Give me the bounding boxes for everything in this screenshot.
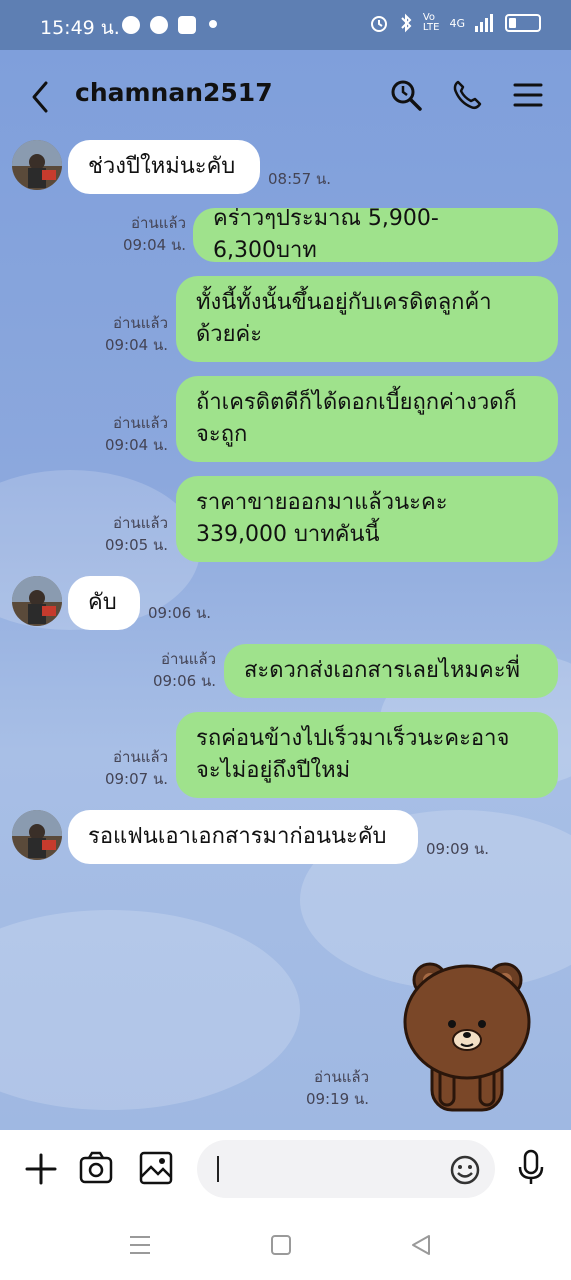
message-meta: อ่านแล้ว 09:05 น. [105,512,168,556]
read-receipt: อ่านแล้ว [314,1068,369,1086]
signal-icon [475,14,493,32]
message-bubble-outgoing[interactable]: สะดวกส่งเอกสารเลยไหมคะพี่ [224,644,558,698]
youtube-icon [178,16,196,34]
back-arrow-icon[interactable] [28,80,54,114]
chat-area[interactable]: chamnan2517 ช่วงปีใหม่นะคับ 08:57 น. อ่า… [0,50,571,1130]
avatar[interactable] [12,810,62,860]
menu-icon[interactable] [511,78,545,112]
network-type: 4G [449,16,465,30]
back-nav-icon[interactable] [410,1234,432,1256]
message-meta: อ่านแล้ว 09:07 น. [105,746,168,790]
message-text-line: ราคาขายออกมาแล้วนะคะ [196,490,448,515]
image-gallery-icon[interactable] [138,1150,174,1186]
message-meta: อ่านแล้ว 09:04 น. [105,412,168,456]
message-bubble-outgoing[interactable]: รถค่อนข้างไปเร็วมาเร็วนะคะอาจ จะไม่อยู่ถ… [176,712,558,798]
message-meta: อ่านแล้ว 09:19 น. [306,1066,369,1110]
message-text: คร่าวๆประมาณ 5,900-6,300บาท [213,206,439,263]
read-receipt: อ่านแล้ว [113,414,168,432]
alarm-icon [370,16,387,32]
message-time: 09:06 น. [148,604,212,622]
message-text-line: จะไม่อยู่ถึงปีใหม่ [196,758,351,783]
message-time: 09:19 น. [305,1090,369,1108]
chat-header: chamnan2517 [0,50,571,138]
message-bubble-incoming[interactable]: รอแฟนเอาเอกสารมาก่อนนะคับ [68,810,418,864]
plus-icon[interactable] [24,1152,58,1186]
message-text-line: รถค่อนข้างไปเร็วมาเร็วนะคะอาจ [196,726,510,751]
message-meta: อ่านแล้ว 09:04 น. [105,312,168,356]
brown-bear-sticker[interactable] [400,960,535,1120]
message-meta: อ่านแล้ว 09:06 น. [153,648,216,692]
message-text-line: ทั้งนี้ทั้งนั้นขึ้นอยู่กับเครดิตลูกค้า [196,290,492,315]
text-cursor [217,1156,219,1182]
battery-icon [505,14,541,32]
message-text: ช่วงปีใหม่นะคับ [88,154,236,179]
line-app-icon [150,16,168,34]
volte-icon: Vo LTE [422,12,440,33]
message-time: 08:57 น. [268,170,332,188]
read-receipt: อ่านแล้ว [131,214,186,232]
recent-apps-icon[interactable] [128,1234,152,1256]
messenger-icon [122,16,140,34]
message-time: 09:04 น. [104,436,168,454]
message-time: 09:04 น. [122,236,186,254]
message-time: 09:05 น. [104,536,168,554]
message-time: 09:07 น. [104,770,168,788]
message-time: 09:04 น. [104,336,168,354]
message-text-line: ถ้าเครดิตดีก็ได้ดอกเบี้ยถูกค่างวดก็ [196,390,517,415]
read-receipt: อ่านแล้ว [161,650,216,668]
emoji-icon[interactable] [449,1154,481,1186]
bluetooth-icon [401,13,412,33]
message-text: คับ [88,590,117,615]
message-text-line: จะถูก [196,422,248,447]
message-time: 09:06 น. [152,672,216,690]
phone-call-icon[interactable] [450,78,484,112]
status-time: 15:49 น. [40,17,120,39]
message-bubble-incoming[interactable]: ช่วงปีใหม่นะคับ [68,140,260,194]
message-bubble-outgoing[interactable]: คร่าวๆประมาณ 5,900-6,300บาท [193,206,558,263]
more-notifications-icon [209,20,217,28]
avatar[interactable] [12,140,62,190]
avatar[interactable] [12,576,62,626]
message-bubble-outgoing[interactable]: ทั้งนี้ทั้งนั้นขึ้นอยู่กับเครดิตลูกค้า ด… [176,276,558,362]
read-receipt: อ่านแล้ว [113,748,168,766]
read-receipt: อ่านแล้ว [113,314,168,332]
status-right: Vo LTE 4G [369,13,541,33]
message-text-line: ด้วยค่ะ [196,322,263,347]
message-bubble-outgoing[interactable]: ราคาขายออกมาแล้วนะคะ 339,000 บาทคันนี้ [176,476,558,562]
message-text: สะดวกส่งเอกสารเลยไหมคะพี่ [244,658,521,683]
message-time: 09:09 น. [426,840,490,858]
camera-icon[interactable] [78,1150,114,1186]
search-icon[interactable] [389,78,423,112]
read-receipt: อ่านแล้ว [113,514,168,532]
home-icon[interactable] [270,1234,292,1256]
message-text: รอแฟนเอาเอกสารมาก่อนนะคับ [88,824,387,849]
message-input[interactable] [197,1140,495,1198]
system-nav-bar [0,1210,571,1280]
message-text-line: 339,000 บาทคันนี้ [196,522,380,547]
message-meta: อ่านแล้ว 09:04 น. [123,212,186,256]
chat-title: chamnan2517 [75,78,273,107]
input-bar [0,1130,571,1210]
message-bubble-incoming[interactable]: คับ [68,576,140,630]
message-bubble-outgoing[interactable]: ถ้าเครดิตดีก็ได้ดอกเบี้ยถูกค่างวดก็ จะถู… [176,376,558,462]
microphone-icon[interactable] [515,1148,547,1188]
status-bar: 15:49 น. Vo LTE 4G [0,0,571,50]
